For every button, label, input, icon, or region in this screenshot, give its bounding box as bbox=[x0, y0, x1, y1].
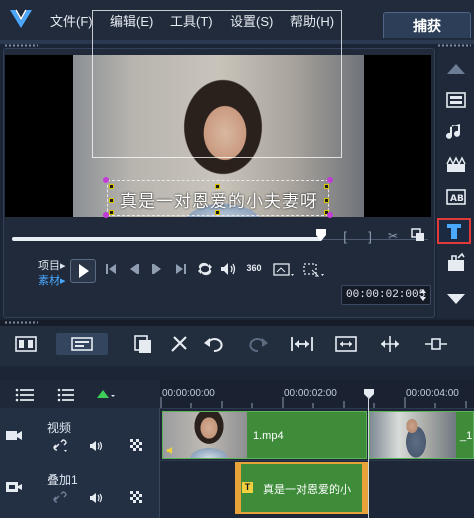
rotate-handle[interactable] bbox=[327, 177, 333, 183]
expand-track-icon[interactable] bbox=[424, 333, 448, 355]
previous-frame-icon[interactable] bbox=[127, 263, 141, 278]
track-name: 视频 bbox=[47, 421, 72, 435]
aspect-ratio-icon[interactable] bbox=[273, 262, 297, 281]
grip-dots bbox=[4, 321, 38, 324]
crop-selection-icon[interactable] bbox=[303, 262, 327, 281]
transition-icon[interactable] bbox=[444, 154, 468, 176]
add-track-icon[interactable] bbox=[56, 384, 80, 406]
clip-mode-label[interactable]: 素材▸ bbox=[38, 272, 66, 288]
resize-handle[interactable] bbox=[109, 198, 114, 203]
mark-out-icon[interactable]: ] bbox=[364, 229, 376, 244]
project-mode-label[interactable]: 项目▸ bbox=[38, 257, 66, 273]
timeline-view-icon bbox=[71, 337, 93, 351]
clip-name: 1.mp4 bbox=[253, 430, 284, 442]
resize-handle[interactable] bbox=[215, 210, 220, 215]
resize-handle[interactable] bbox=[109, 210, 114, 215]
resize-handle[interactable] bbox=[109, 184, 114, 189]
grip-dots bbox=[4, 44, 38, 47]
app-logo-icon bbox=[8, 8, 34, 30]
redo-icon[interactable] bbox=[246, 333, 270, 355]
title-clip[interactable]: T 真是一对恩爱的小 bbox=[235, 462, 368, 514]
link-icon[interactable] bbox=[52, 439, 68, 453]
split-clip-icon[interactable]: ✂ bbox=[385, 229, 401, 243]
chapter-point-icon[interactable] bbox=[94, 384, 118, 406]
playhead[interactable] bbox=[364, 386, 374, 399]
rotate-handle[interactable] bbox=[103, 177, 109, 183]
rotate-handle[interactable] bbox=[103, 212, 109, 218]
next-frame-icon[interactable] bbox=[150, 263, 164, 278]
track-name: 叠加1 bbox=[47, 473, 78, 487]
smart-package-icon[interactable] bbox=[130, 333, 154, 355]
link-icon[interactable] bbox=[52, 491, 68, 505]
ripple-editing-icon[interactable] bbox=[130, 491, 142, 503]
playhead-line bbox=[368, 396, 369, 518]
resize-handle[interactable] bbox=[324, 184, 329, 189]
title-icon bbox=[447, 224, 461, 239]
grip-dots bbox=[437, 44, 471, 47]
video-editor-window: 文件(F) 编辑(E) 工具(T) 设置(S) 帮助(H) 捕获 真是一对恩爱的… bbox=[0, 0, 474, 518]
title-clip-icon: T bbox=[242, 482, 253, 493]
instant-project-icon[interactable]: AB bbox=[444, 186, 468, 208]
fit-timeline-icon[interactable] bbox=[290, 333, 314, 355]
home-icon[interactable] bbox=[104, 263, 118, 278]
menu-file[interactable]: 文件(F) bbox=[50, 11, 93, 30]
undo-icon[interactable] bbox=[202, 333, 226, 355]
video-clip[interactable]: 1.mp4 bbox=[162, 411, 367, 459]
video-camera-icon[interactable] bbox=[5, 428, 23, 442]
down-arrow-icon[interactable] bbox=[444, 288, 468, 310]
mute-icon[interactable] bbox=[89, 491, 105, 505]
enlarge-preview-icon[interactable] bbox=[410, 228, 426, 245]
storyboard-view-icon[interactable] bbox=[14, 333, 38, 355]
clip-name: _1 bbox=[460, 430, 473, 442]
svg-text:AB: AB bbox=[450, 194, 464, 204]
mute-icon[interactable] bbox=[89, 439, 105, 453]
360-view-icon[interactable]: 360 bbox=[243, 263, 265, 273]
zoom-track-icon[interactable] bbox=[378, 333, 402, 355]
resize-handle[interactable] bbox=[324, 198, 329, 203]
ripple-editing-icon[interactable] bbox=[130, 439, 142, 451]
fit-to-window-icon[interactable] bbox=[334, 333, 358, 355]
ruler-ticks bbox=[160, 397, 467, 408]
filter-icon[interactable] bbox=[444, 252, 468, 274]
timecode-stepper-icon[interactable] bbox=[419, 288, 427, 302]
video-clip-thumbnail bbox=[370, 412, 456, 458]
clip-audio-icon bbox=[167, 447, 172, 454]
up-arrow-icon[interactable] bbox=[444, 58, 468, 80]
resize-handle[interactable] bbox=[215, 184, 220, 189]
video-clip[interactable]: _1 bbox=[369, 411, 474, 459]
scrub-bar[interactable] bbox=[12, 237, 322, 241]
mark-in-icon[interactable]: [ bbox=[339, 229, 351, 244]
volume-icon[interactable] bbox=[220, 262, 238, 279]
play-button[interactable] bbox=[70, 259, 96, 283]
timecode-value: 00:00:02:005 bbox=[346, 289, 426, 301]
title-text[interactable]: 真是一对恩爱的小夫妻呀 bbox=[108, 187, 330, 212]
title-safe-area bbox=[92, 10, 342, 158]
title-button[interactable] bbox=[437, 218, 471, 244]
overlay-track-header: 叠加1 bbox=[0, 460, 160, 518]
tools-icon[interactable] bbox=[168, 333, 192, 355]
track-manager-icon[interactable] bbox=[14, 384, 38, 406]
rotate-handle[interactable] bbox=[327, 212, 333, 218]
overlay-track-icon[interactable] bbox=[5, 480, 23, 494]
timecode-display[interactable]: 00:00:02:005 bbox=[341, 285, 431, 305]
end-icon[interactable] bbox=[174, 263, 188, 278]
media-icon[interactable] bbox=[444, 89, 468, 111]
scrub-thumb[interactable] bbox=[316, 228, 326, 241]
audio-icon[interactable] bbox=[444, 121, 468, 143]
video-track-header: 视频 bbox=[0, 408, 160, 460]
repeat-icon[interactable] bbox=[197, 262, 213, 279]
clip-name: 真是一对恩爱的小 bbox=[263, 484, 351, 496]
timeline-view-button[interactable] bbox=[56, 333, 108, 355]
capture-tab[interactable]: 捕获 bbox=[383, 12, 471, 38]
